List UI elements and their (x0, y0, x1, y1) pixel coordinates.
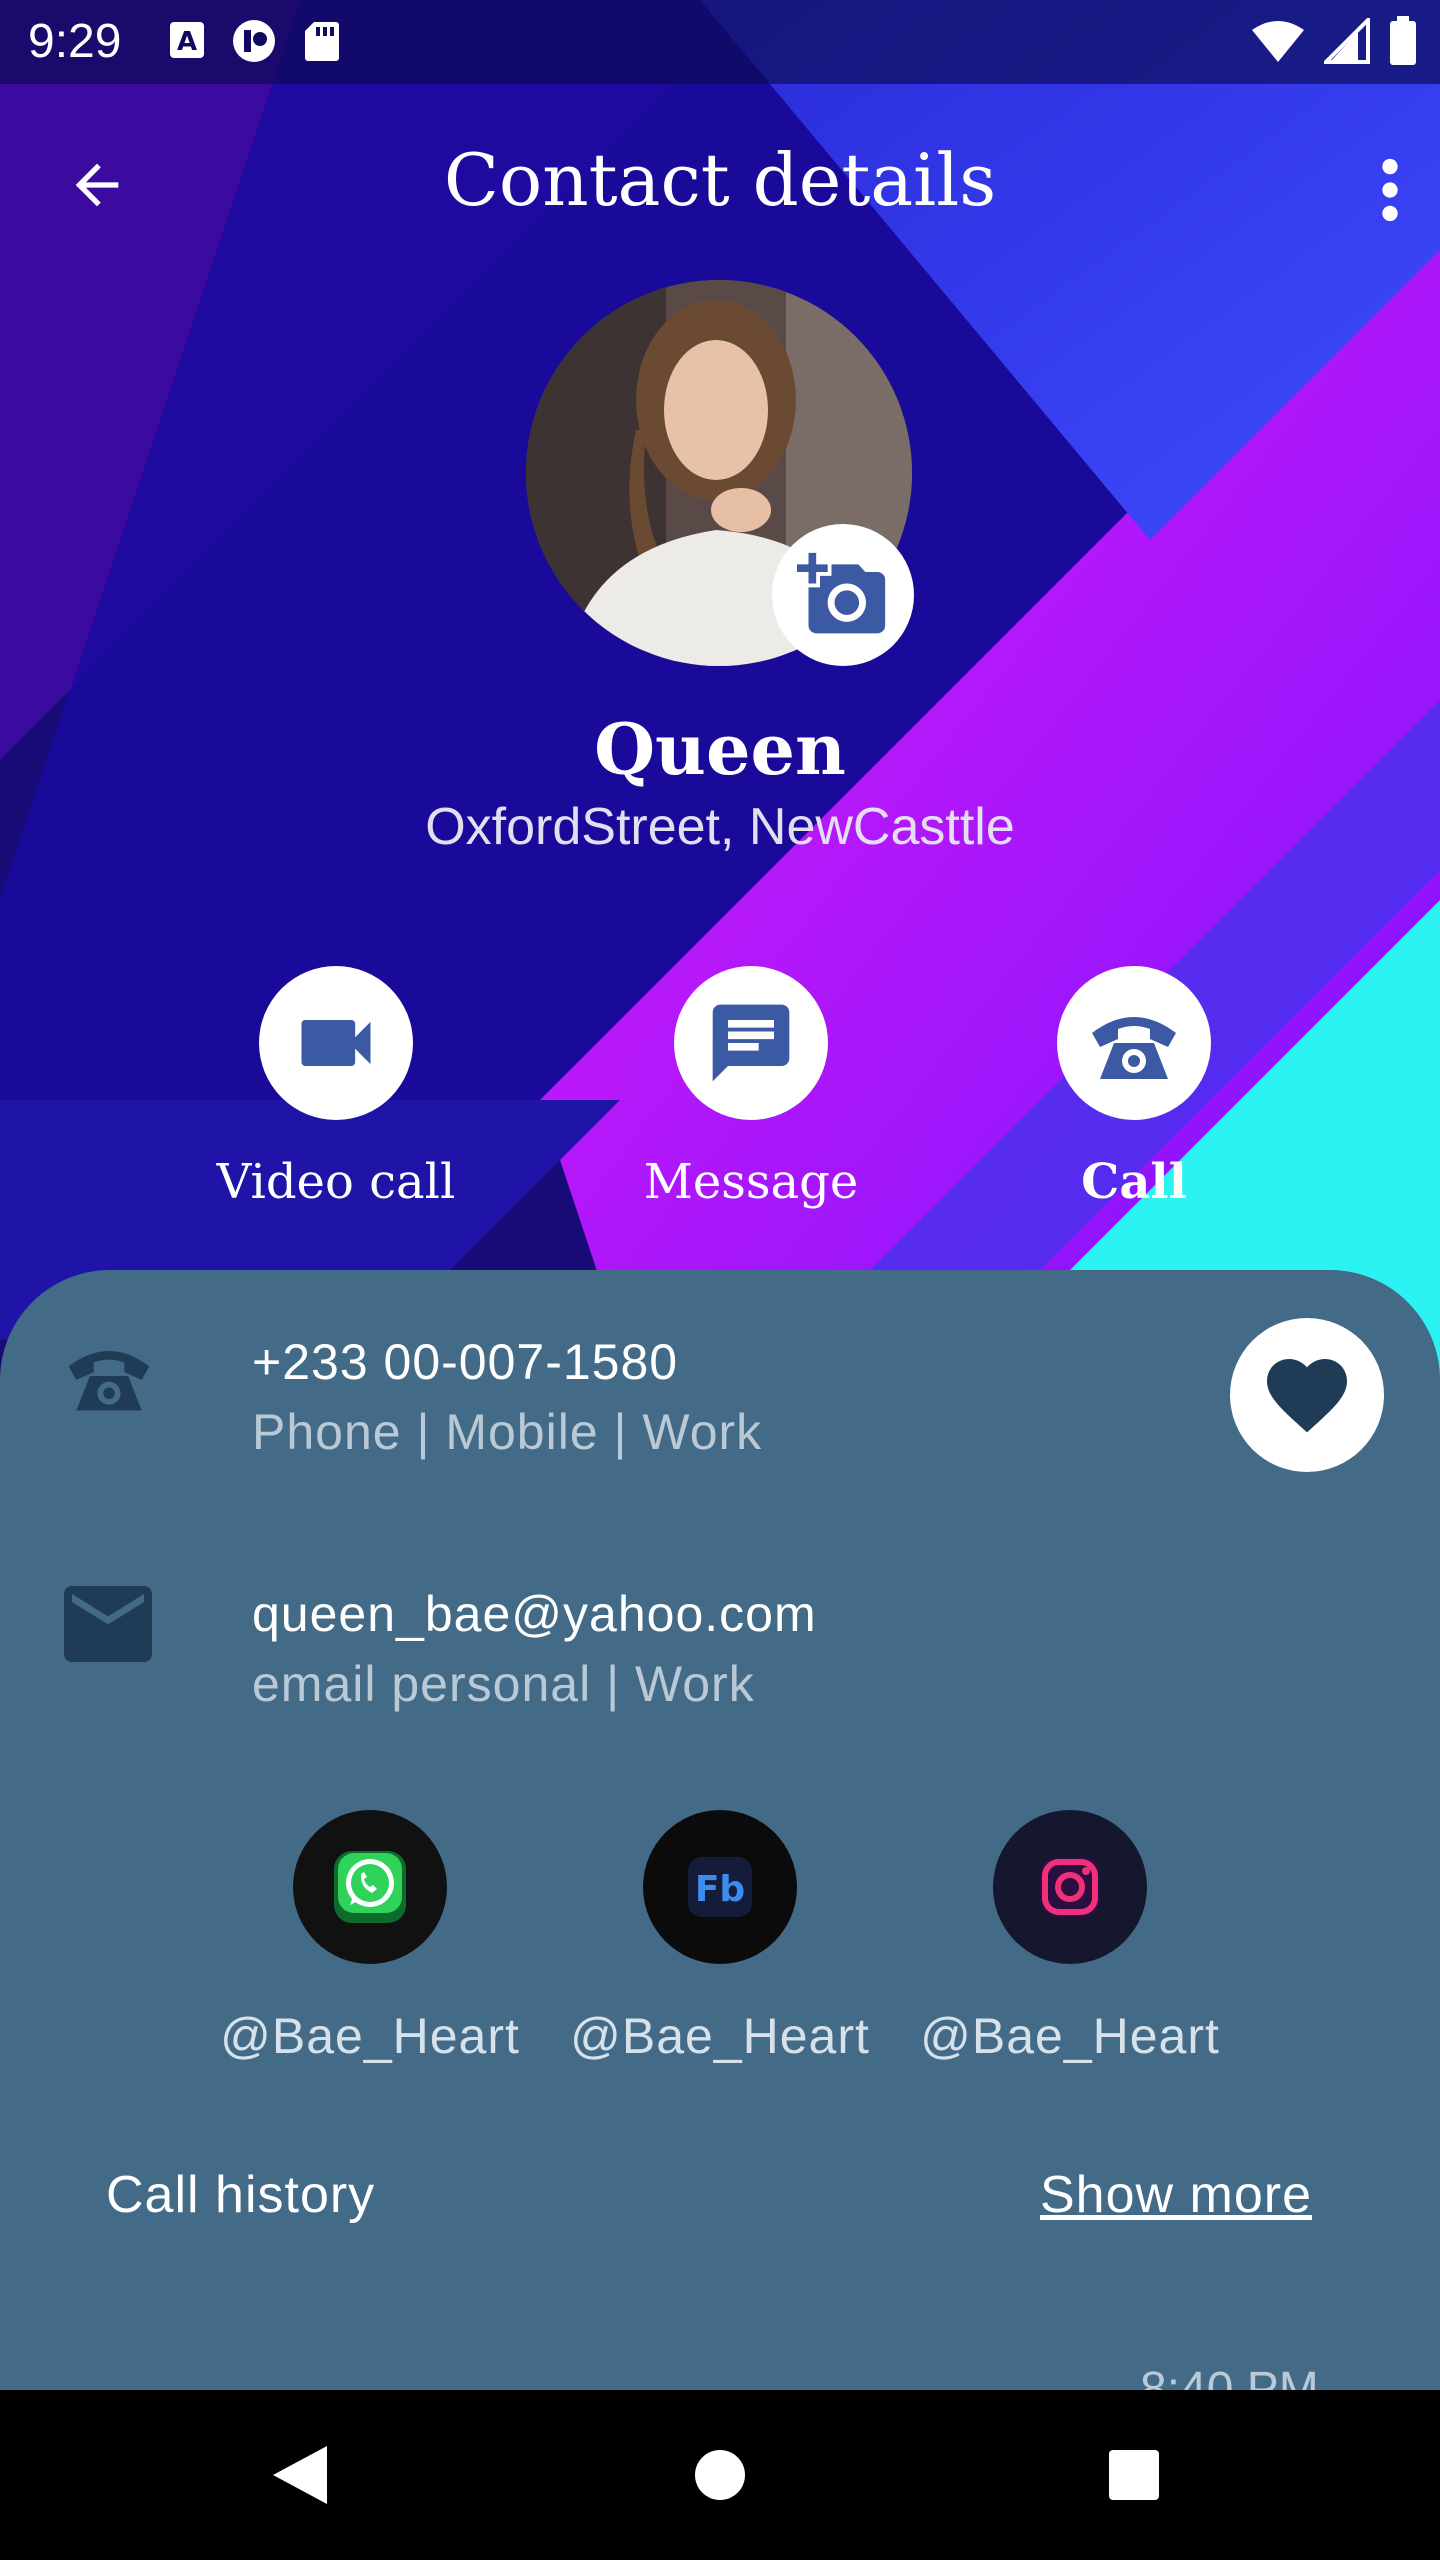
message-button[interactable] (674, 966, 828, 1120)
email-address[interactable]: queen_bae@yahoo.com (252, 1582, 817, 1646)
phone-types: Phone | Mobile | Work (252, 1404, 763, 1460)
phone-row-icon (50, 1326, 168, 1426)
favorite-button[interactable] (1230, 1318, 1384, 1472)
call-label: Call (1081, 1154, 1187, 1210)
instagram-handle: @Bae_Heart (920, 2008, 1220, 2064)
page-title: Contact details (443, 138, 997, 222)
instagram-button[interactable] (993, 1810, 1147, 1964)
facebook-icon: Fb (688, 1857, 752, 1917)
svg-text:Fb: Fb (695, 1869, 745, 1910)
signal-icon (1321, 15, 1370, 68)
instagram-icon (1040, 1857, 1100, 1917)
phone-icon (68, 1351, 150, 1411)
videocam-icon (301, 1020, 371, 1066)
facebook-button[interactable]: Fb (643, 1810, 797, 1964)
video-call-label: Video call (216, 1154, 456, 1210)
nav-back-icon (273, 2446, 327, 2504)
phone-icon (1092, 1017, 1176, 1079)
heart-icon (1267, 1359, 1347, 1433)
email-row-icon (60, 1582, 156, 1666)
sd-card-icon (302, 18, 342, 68)
battery-icon (1388, 16, 1418, 70)
contact-details-screen: 9:29 A Contact details Queen OxfordStree… (0, 0, 1440, 2560)
email-types: email personal | Work (252, 1656, 755, 1712)
nav-home-button[interactable] (680, 2435, 760, 2515)
details-sheet: +233 00-007-1580 Phone | Mobile | Work q… (0, 1270, 1440, 2390)
instagram-social[interactable]: @Bae_Heart (905, 1810, 1235, 2068)
svg-text:A: A (177, 27, 197, 57)
add-photo-button[interactable] (772, 524, 914, 666)
phone-number[interactable]: +233 00-007-1580 (252, 1330, 678, 1394)
key-circle-icon (230, 18, 280, 68)
video-call-button[interactable] (259, 966, 413, 1120)
whatsapp-icon (334, 1851, 406, 1923)
a-badge-icon: A (168, 18, 208, 68)
nav-recents-button[interactable] (1094, 2435, 1174, 2515)
add-photo-icon (797, 552, 886, 634)
status-time: 9:29 (28, 15, 122, 68)
whatsapp-handle: @Bae_Heart (220, 2008, 520, 2064)
wifi-icon (1250, 18, 1306, 68)
status-bar: 9:29 A (0, 0, 1440, 84)
navigation-bar (0, 2390, 1440, 2560)
whatsapp-button[interactable] (293, 1810, 447, 1964)
call-history-label: Call history (106, 2166, 376, 2224)
more-options-button[interactable] (1360, 140, 1420, 240)
call-action[interactable]: Call (964, 966, 1304, 1212)
nav-recents-icon (1109, 2450, 1159, 2500)
more-vert-icon (1382, 158, 1398, 222)
facebook-social[interactable]: Fb @Bae_Heart (555, 1810, 885, 2068)
show-more-link[interactable]: Show more (1040, 2160, 1312, 2230)
status-left-icons: A (168, 18, 342, 68)
message-action[interactable]: Message (581, 966, 921, 1212)
app-bar: Contact details (0, 110, 1440, 260)
contact-address: OxfordStreet, NewCasttle (425, 798, 1015, 856)
facebook-handle: @Bae_Heart (570, 2008, 870, 2064)
call-history-time: 8:40 PM (1140, 2363, 1319, 2390)
message-label: Message (643, 1154, 859, 1210)
message-icon (712, 1004, 790, 1082)
status-right-icons (1250, 15, 1418, 70)
whatsapp-social[interactable]: @Bae_Heart (205, 1810, 535, 2068)
nav-back-button[interactable] (260, 2435, 340, 2515)
contact-name: Queen (594, 708, 846, 791)
call-button[interactable] (1057, 966, 1211, 1120)
mail-icon (64, 1586, 152, 1662)
video-call-action[interactable]: Video call (166, 966, 506, 1212)
nav-home-icon (695, 2450, 745, 2500)
